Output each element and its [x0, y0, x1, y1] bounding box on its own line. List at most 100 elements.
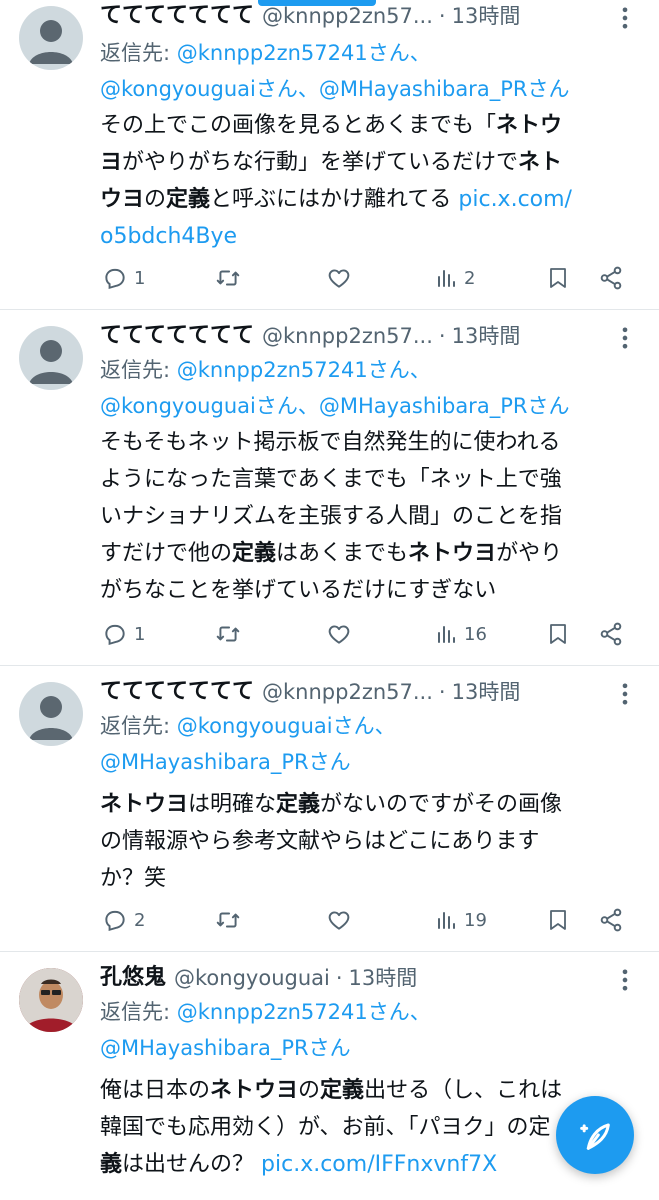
retweet-button[interactable]: [214, 621, 242, 647]
action-bar: 2 19: [100, 900, 645, 940]
tweet[interactable]: 孔悠鬼 @kongyouguai · 13時間 返信先: @knnpp2zn57…: [0, 952, 659, 1200]
more-icon[interactable]: [611, 324, 639, 352]
retweet-button[interactable]: [214, 265, 242, 291]
tweet[interactable]: ててててててて @knnpp2zn57... · 13時間 返信先: @knnp…: [0, 0, 659, 310]
mention-link[interactable]: @kongyouguaiさん、@MHayashibara_PRさん: [100, 77, 569, 101]
compose-button[interactable]: [556, 1096, 634, 1174]
avatar[interactable]: [19, 682, 83, 746]
timestamp[interactable]: 13時間: [452, 676, 521, 708]
mention-link[interactable]: @knnpp2zn57241さん、: [177, 358, 431, 382]
views-icon: [438, 912, 455, 929]
highlight-term: 定義: [232, 541, 277, 566]
text-fragment: 俺は日本の: [100, 1078, 211, 1103]
reply-button[interactable]: 1: [102, 621, 145, 647]
retweet-button[interactable]: [214, 907, 242, 933]
timestamp[interactable]: 13時間: [349, 962, 418, 994]
text-fragment: がないのですがその画像: [320, 792, 563, 817]
text-fragment: いナショナリズムを主張する人間」のことを指: [100, 504, 563, 529]
text-fragment: と呼ぶにはかけ離れてる: [210, 187, 452, 212]
reply-label: 返信先:: [100, 358, 171, 382]
view-count: 19: [464, 909, 487, 931]
text-fragment: そもそもネット掲示板で自然発生的に使われる: [100, 430, 561, 455]
user-handle[interactable]: @kongyouguai: [174, 962, 330, 994]
reply-button[interactable]: 2: [102, 907, 145, 933]
bookmark-button[interactable]: [546, 265, 570, 291]
display-name[interactable]: ててててててて: [100, 320, 254, 352]
mention-link[interactable]: @kongyouguaiさん、: [177, 714, 396, 738]
tweet-text: ネトウヨは明確な定義がないのですがその画像 の情報源やら参考文献やらはどこにあり…: [100, 786, 645, 897]
bookmark-button[interactable]: [546, 907, 570, 933]
tweet-text: その上でこの画像を見るとあくまでも「ネトウ ヨがやりがちな行動」を挙げているだけ…: [100, 107, 645, 255]
text-fragment: がやり: [496, 541, 563, 566]
share-button[interactable]: [598, 265, 624, 291]
tweet-header: ててててててて @knnpp2zn57... · 13時間: [100, 676, 645, 708]
highlight-term: ネトウヨ: [210, 1078, 299, 1103]
reply-context: 返信先: @knnpp2zn57241さん、 @kongyouguaiさん、@M…: [100, 352, 645, 424]
highlight-term: 義: [100, 1152, 123, 1177]
separator-dot: ·: [335, 966, 343, 990]
avatar[interactable]: [19, 6, 83, 70]
highlight-term: ネトウヨ: [100, 792, 189, 817]
display-name[interactable]: ててててててて: [100, 0, 254, 32]
bookmark-icon: [550, 910, 566, 930]
text-fragment: がやりがちな行動」を挙げているだけで: [122, 150, 519, 175]
bookmark-icon: [550, 268, 566, 288]
avatar[interactable]: [19, 968, 83, 1032]
media-link[interactable]: o5bdch4Bye: [100, 224, 237, 249]
share-button[interactable]: [598, 621, 624, 647]
share-button[interactable]: [598, 907, 624, 933]
more-icon[interactable]: [611, 966, 639, 994]
tweet[interactable]: ててててててて @knnpp2zn57... · 13時間 返信先: @knnp…: [0, 310, 659, 666]
mention-link[interactable]: @knnpp2zn57241さん、: [177, 1000, 431, 1024]
text-fragment: 韓国でも応用効く）が、お前、「パヨク」の定: [100, 1115, 551, 1140]
separator-dot: ·: [438, 680, 446, 704]
media-link[interactable]: pic.x.com/IFFnxvnf7X: [261, 1152, 497, 1177]
views-icon: [438, 626, 455, 643]
mention-link[interactable]: @MHayashibara_PRさん: [100, 1036, 351, 1060]
tweet-text: そもそもネット掲示板で自然発生的に使われる ようになった言葉であくまでも「ネット…: [100, 424, 645, 609]
display-name[interactable]: 孔悠鬼: [100, 962, 166, 994]
views-button[interactable]: 2: [434, 265, 475, 291]
views-button[interactable]: 19: [434, 907, 487, 933]
retweet-icon: [216, 912, 240, 928]
like-button[interactable]: [326, 621, 352, 647]
text-fragment: 出せる（し、これは: [364, 1078, 563, 1103]
tweet-header: ててててててて @knnpp2zn57... · 13時間: [100, 320, 645, 352]
highlight-term: 定義: [320, 1078, 365, 1103]
timestamp[interactable]: 13時間: [452, 320, 521, 352]
share-icon: [600, 908, 622, 932]
retweet-icon: [216, 270, 240, 286]
text-fragment: の: [298, 1078, 321, 1103]
share-icon: [600, 266, 622, 290]
avatar[interactable]: [19, 326, 83, 390]
display-name[interactable]: ててててててて: [100, 676, 254, 708]
bookmark-button[interactable]: [546, 621, 570, 647]
media-link[interactable]: pic.x.com/: [458, 187, 572, 212]
reply-button[interactable]: 1: [102, 265, 145, 291]
text-fragment: その上でこの画像を見るとあくまでも「: [100, 113, 497, 138]
separator-dot: ·: [438, 324, 446, 348]
heart-icon: [328, 625, 350, 644]
mention-link[interactable]: @knnpp2zn57241さん、: [177, 41, 431, 65]
reply-context: 返信先: @kongyouguaiさん、 @MHayashibara_PRさん: [100, 708, 645, 780]
mention-link[interactable]: @MHayashibara_PRさん: [100, 750, 351, 774]
highlight-term: ネトウ: [496, 113, 563, 138]
user-handle[interactable]: @knnpp2zn57...: [262, 320, 433, 352]
user-handle[interactable]: @knnpp2zn57...: [262, 676, 433, 708]
highlight-term: ヨ: [100, 150, 123, 175]
views-button[interactable]: 16: [434, 621, 487, 647]
more-icon[interactable]: [611, 4, 639, 32]
like-button[interactable]: [326, 265, 352, 291]
timestamp[interactable]: 13時間: [452, 0, 521, 32]
reply-label: 返信先:: [100, 1000, 171, 1024]
tweet[interactable]: ててててててて @knnpp2zn57... · 13時間 返信先: @kong…: [0, 666, 659, 952]
reply-label: 返信先:: [100, 714, 171, 738]
text-fragment: か？笑: [100, 866, 167, 891]
bookmark-icon: [550, 624, 566, 644]
mention-link[interactable]: @kongyouguaiさん、@MHayashibara_PRさん: [100, 394, 569, 418]
user-handle[interactable]: @knnpp2zn57...: [262, 0, 433, 32]
reply-label: 返信先:: [100, 41, 171, 65]
like-button[interactable]: [326, 907, 352, 933]
more-icon[interactable]: [611, 680, 639, 708]
text-fragment: がちなことを挙げているだけにすぎない: [100, 578, 497, 603]
